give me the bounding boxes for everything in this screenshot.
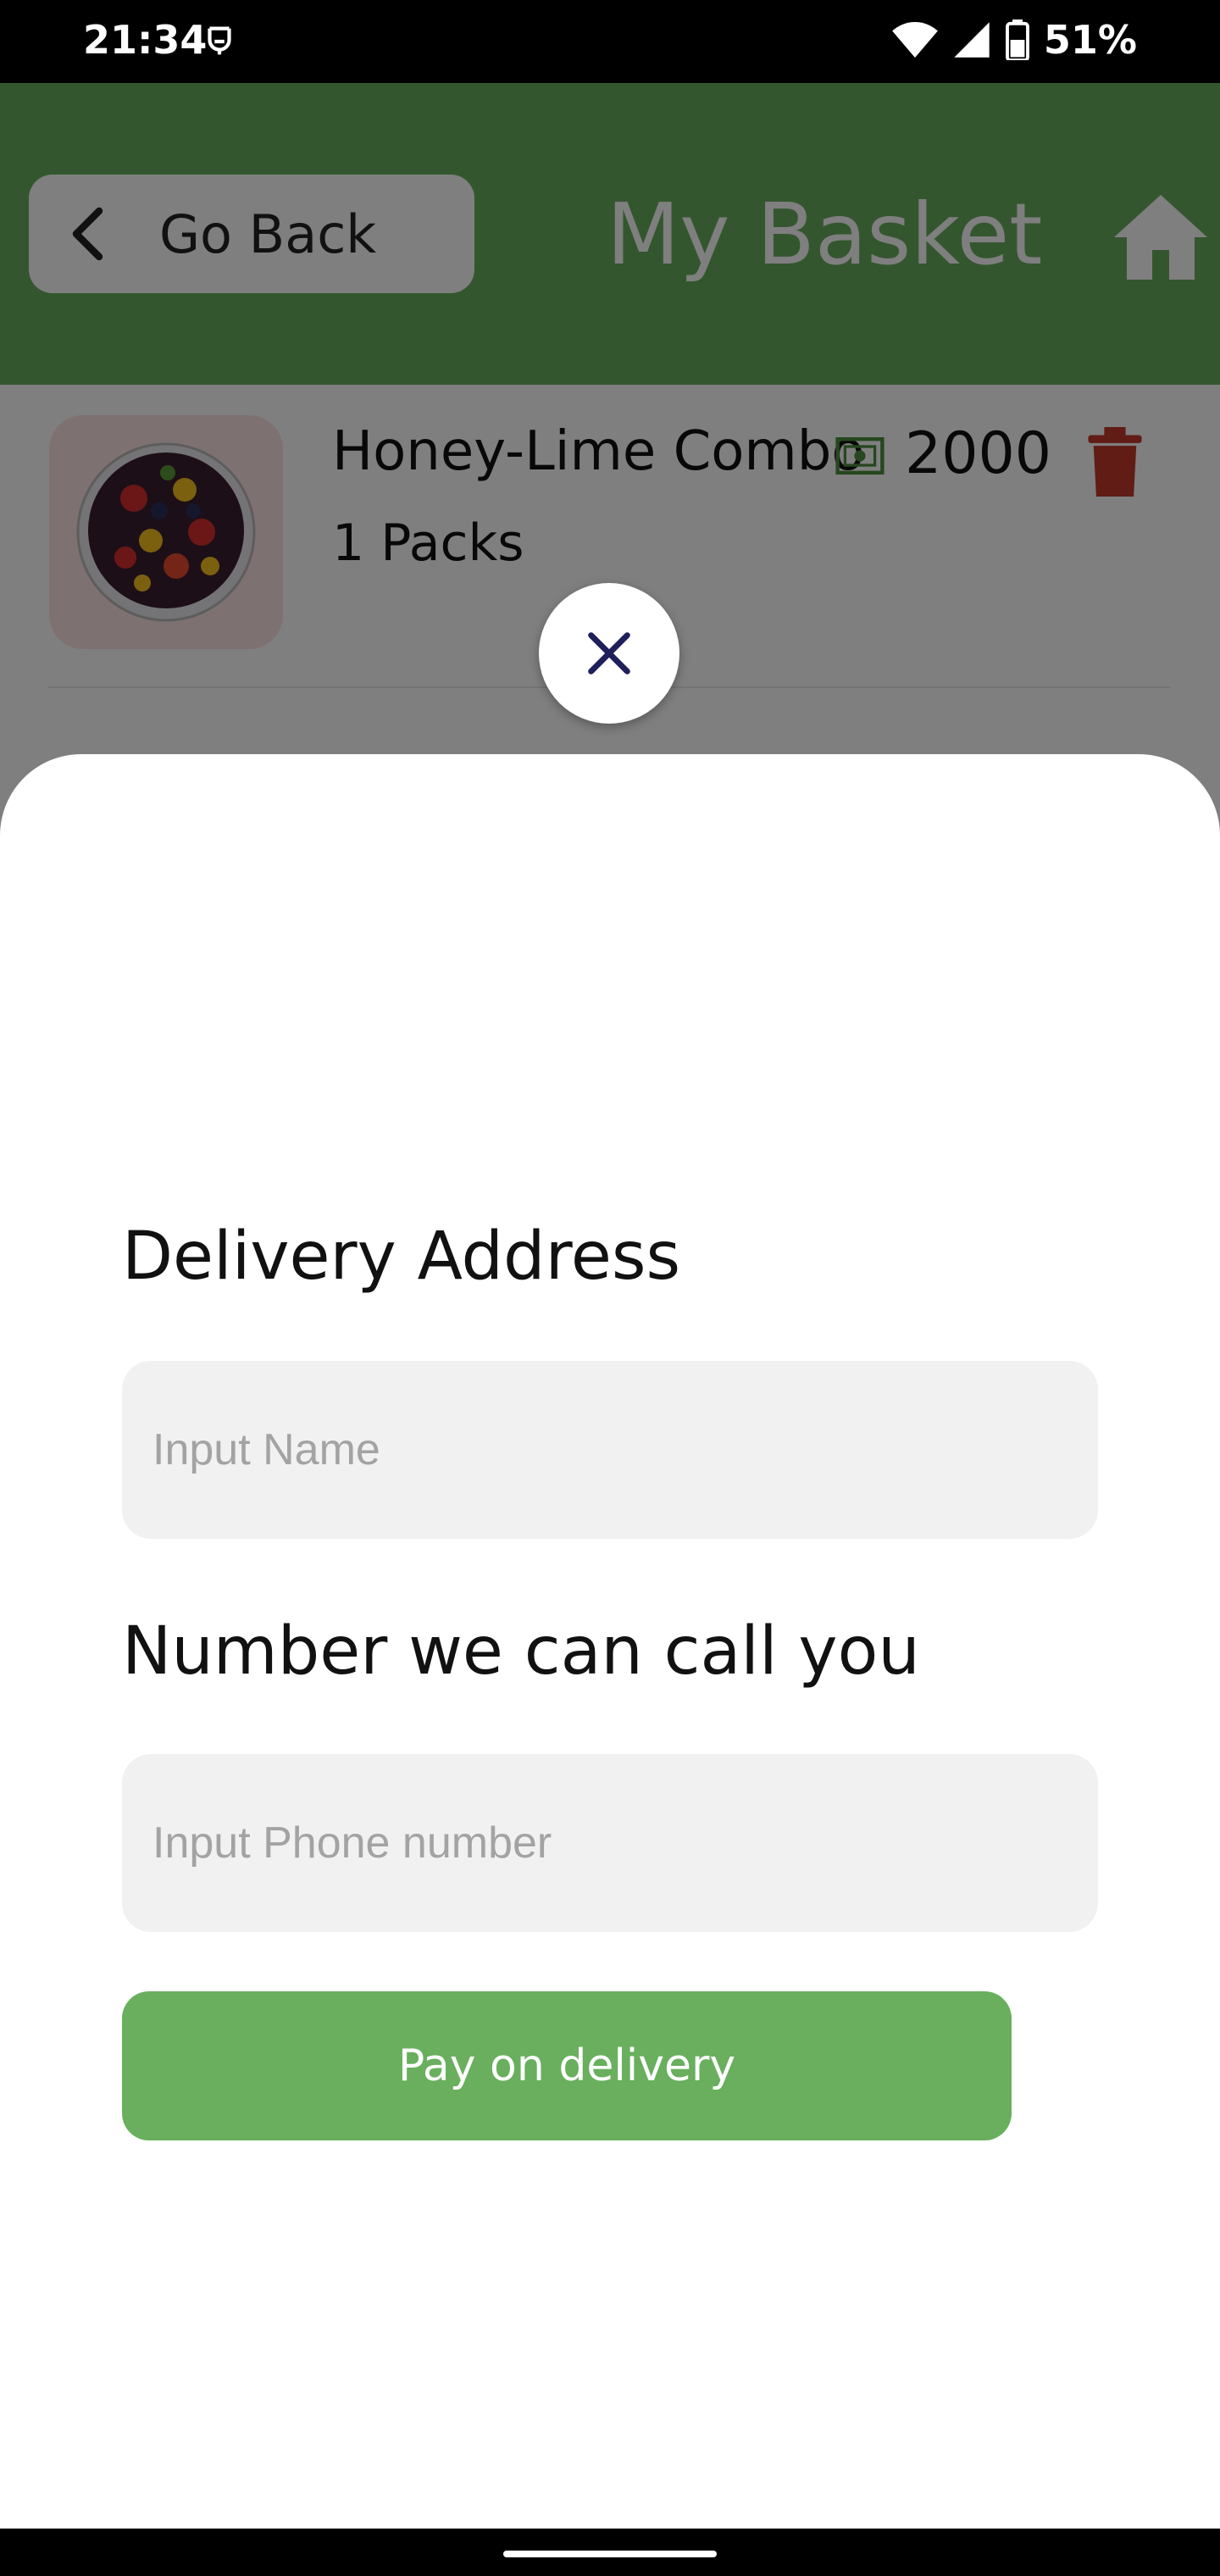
navigation-bar <box>0 2529 1220 2576</box>
wifi-icon <box>892 22 938 58</box>
delivery-address-label: Delivery Address <box>122 1219 681 1295</box>
name-input[interactable] <box>122 1361 1098 1539</box>
pay-on-delivery-button[interactable]: Pay on delivery <box>122 1991 1012 2140</box>
checkout-sheet: Delivery Address Number we can call you … <box>0 754 1220 2529</box>
home-gesture-pill[interactable] <box>503 2551 717 2557</box>
close-button[interactable] <box>539 583 679 724</box>
status-bar: 21:34 51% <box>0 0 1220 83</box>
battery-icon <box>1005 19 1029 60</box>
signal-icon <box>954 22 990 58</box>
phone-label: Number we can call you <box>122 1613 920 1690</box>
status-icons: 51% <box>891 17 1137 63</box>
phone-input[interactable] <box>122 1754 1098 1932</box>
sim-icon <box>208 26 231 55</box>
status-time: 21:34 <box>83 17 208 63</box>
close-icon <box>588 632 630 675</box>
battery-percent: 51% <box>1043 17 1137 63</box>
